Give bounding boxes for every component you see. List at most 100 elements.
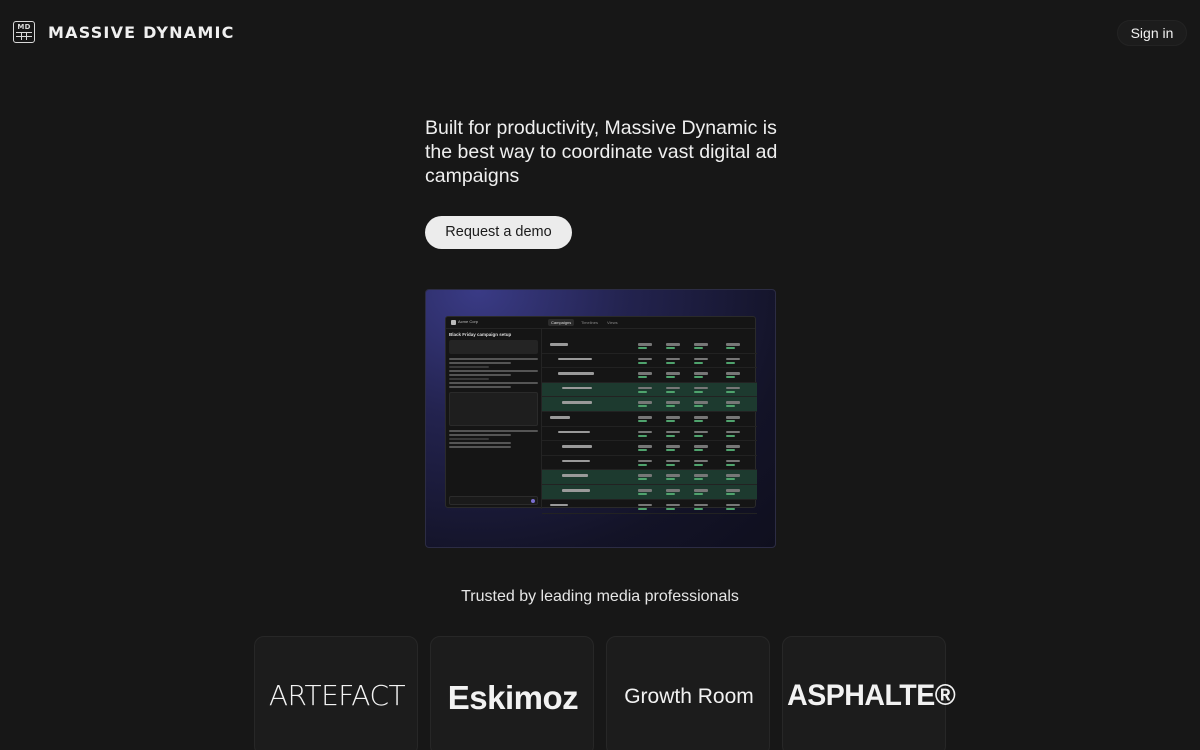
row-cell bbox=[726, 445, 740, 448]
hero-headline: Built for productivity, Massive Dynamic … bbox=[425, 117, 778, 187]
chat-panel: Black Friday campaign setup bbox=[446, 329, 542, 509]
grid-row bbox=[542, 427, 757, 442]
md-grid-logo-icon[interactable]: MD bbox=[13, 21, 35, 43]
row-cell bbox=[726, 372, 740, 375]
grid-row bbox=[542, 368, 757, 383]
row-delta bbox=[638, 449, 647, 452]
chat-line bbox=[449, 442, 512, 444]
row-cell bbox=[726, 416, 740, 419]
logo-grid bbox=[16, 32, 32, 40]
chat-line bbox=[449, 378, 490, 380]
row-cell bbox=[726, 489, 740, 492]
row-name bbox=[550, 416, 570, 419]
trusted-heading: Trusted by leading media professionals bbox=[461, 588, 739, 605]
row-cell bbox=[666, 416, 680, 419]
row-cell bbox=[666, 386, 680, 390]
chat-line bbox=[449, 362, 512, 364]
row-delta bbox=[694, 347, 703, 349]
send-icon bbox=[531, 499, 535, 503]
row-delta bbox=[694, 449, 703, 452]
grid-row bbox=[542, 470, 757, 485]
row-delta bbox=[694, 478, 703, 481]
row-delta bbox=[638, 376, 647, 379]
tab-campaigns: Campaigns bbox=[548, 319, 575, 326]
row-delta bbox=[638, 347, 647, 349]
row-name bbox=[558, 430, 590, 434]
row-delta bbox=[726, 376, 735, 379]
row-cell bbox=[638, 386, 652, 390]
chat-input bbox=[449, 496, 538, 505]
workspace-icon bbox=[451, 320, 456, 325]
row-name bbox=[562, 401, 592, 404]
row-delta bbox=[638, 405, 647, 408]
brand-name[interactable]: MASSIVE DYNAMIC bbox=[48, 23, 235, 42]
product-screenshot: Acme Corp Campaigns Timelines Views Blac… bbox=[425, 289, 776, 548]
row-cell bbox=[694, 430, 708, 434]
row-cell bbox=[638, 459, 652, 463]
row-cell bbox=[666, 445, 680, 448]
row-cell bbox=[726, 474, 740, 477]
row-cell bbox=[694, 445, 708, 448]
row-delta bbox=[638, 507, 647, 510]
row-cell bbox=[726, 386, 740, 390]
row-delta bbox=[666, 463, 675, 466]
row-delta bbox=[726, 449, 735, 452]
row-delta bbox=[694, 507, 703, 510]
row-delta bbox=[726, 390, 735, 393]
row-delta bbox=[694, 420, 703, 422]
row-delta bbox=[694, 493, 703, 495]
row-delta bbox=[694, 361, 703, 364]
row-delta bbox=[666, 478, 675, 481]
row-delta bbox=[694, 390, 703, 393]
request-demo-button[interactable]: Request a demo bbox=[425, 216, 572, 249]
app-topbar: Acme Corp Campaigns Timelines Views bbox=[446, 317, 755, 329]
row-cell bbox=[638, 430, 652, 434]
row-cell bbox=[726, 401, 740, 404]
row-delta bbox=[726, 405, 735, 408]
grid-row bbox=[542, 412, 757, 427]
row-cell bbox=[694, 459, 708, 463]
row-name bbox=[558, 357, 592, 361]
row-delta bbox=[726, 434, 735, 437]
sign-in-button[interactable]: Sign in bbox=[1117, 20, 1187, 46]
row-cell bbox=[666, 401, 680, 404]
row-delta bbox=[666, 347, 675, 349]
row-cell bbox=[726, 459, 740, 463]
row-cell bbox=[638, 474, 652, 477]
row-delta bbox=[666, 507, 675, 510]
chat-line bbox=[449, 434, 512, 436]
grid-row bbox=[542, 500, 757, 515]
row-cell bbox=[694, 401, 708, 404]
row-delta bbox=[666, 361, 675, 364]
top-nav: MD MASSIVE DYNAMIC Sign in bbox=[0, 0, 1200, 66]
row-cell bbox=[638, 401, 652, 404]
row-name bbox=[562, 386, 592, 390]
chat-line bbox=[449, 370, 538, 372]
chat-bubble bbox=[449, 340, 538, 354]
row-delta bbox=[638, 390, 647, 393]
row-cell bbox=[726, 430, 740, 434]
row-name bbox=[562, 445, 592, 448]
row-cell bbox=[666, 474, 680, 477]
row-delta bbox=[726, 507, 735, 510]
row-delta bbox=[726, 347, 735, 349]
row-delta bbox=[694, 434, 703, 437]
row-cell bbox=[694, 489, 708, 492]
row-delta bbox=[638, 420, 647, 422]
row-delta bbox=[726, 493, 735, 495]
campaign-grid bbox=[542, 329, 757, 515]
client-logo-card: Growth Room bbox=[606, 636, 770, 750]
client-logo-card: Eskimoz bbox=[430, 636, 594, 750]
grid-row bbox=[542, 485, 757, 500]
chat-line bbox=[449, 430, 538, 432]
row-delta bbox=[666, 390, 675, 393]
grid-row bbox=[542, 441, 757, 456]
chat-line bbox=[449, 382, 538, 384]
row-cell bbox=[666, 459, 680, 463]
row-delta bbox=[666, 434, 675, 437]
app-window-mock: Acme Corp Campaigns Timelines Views Blac… bbox=[445, 316, 757, 515]
row-cell bbox=[666, 503, 680, 507]
row-cell bbox=[694, 343, 708, 346]
row-cell bbox=[726, 343, 740, 346]
row-cell bbox=[694, 372, 708, 375]
